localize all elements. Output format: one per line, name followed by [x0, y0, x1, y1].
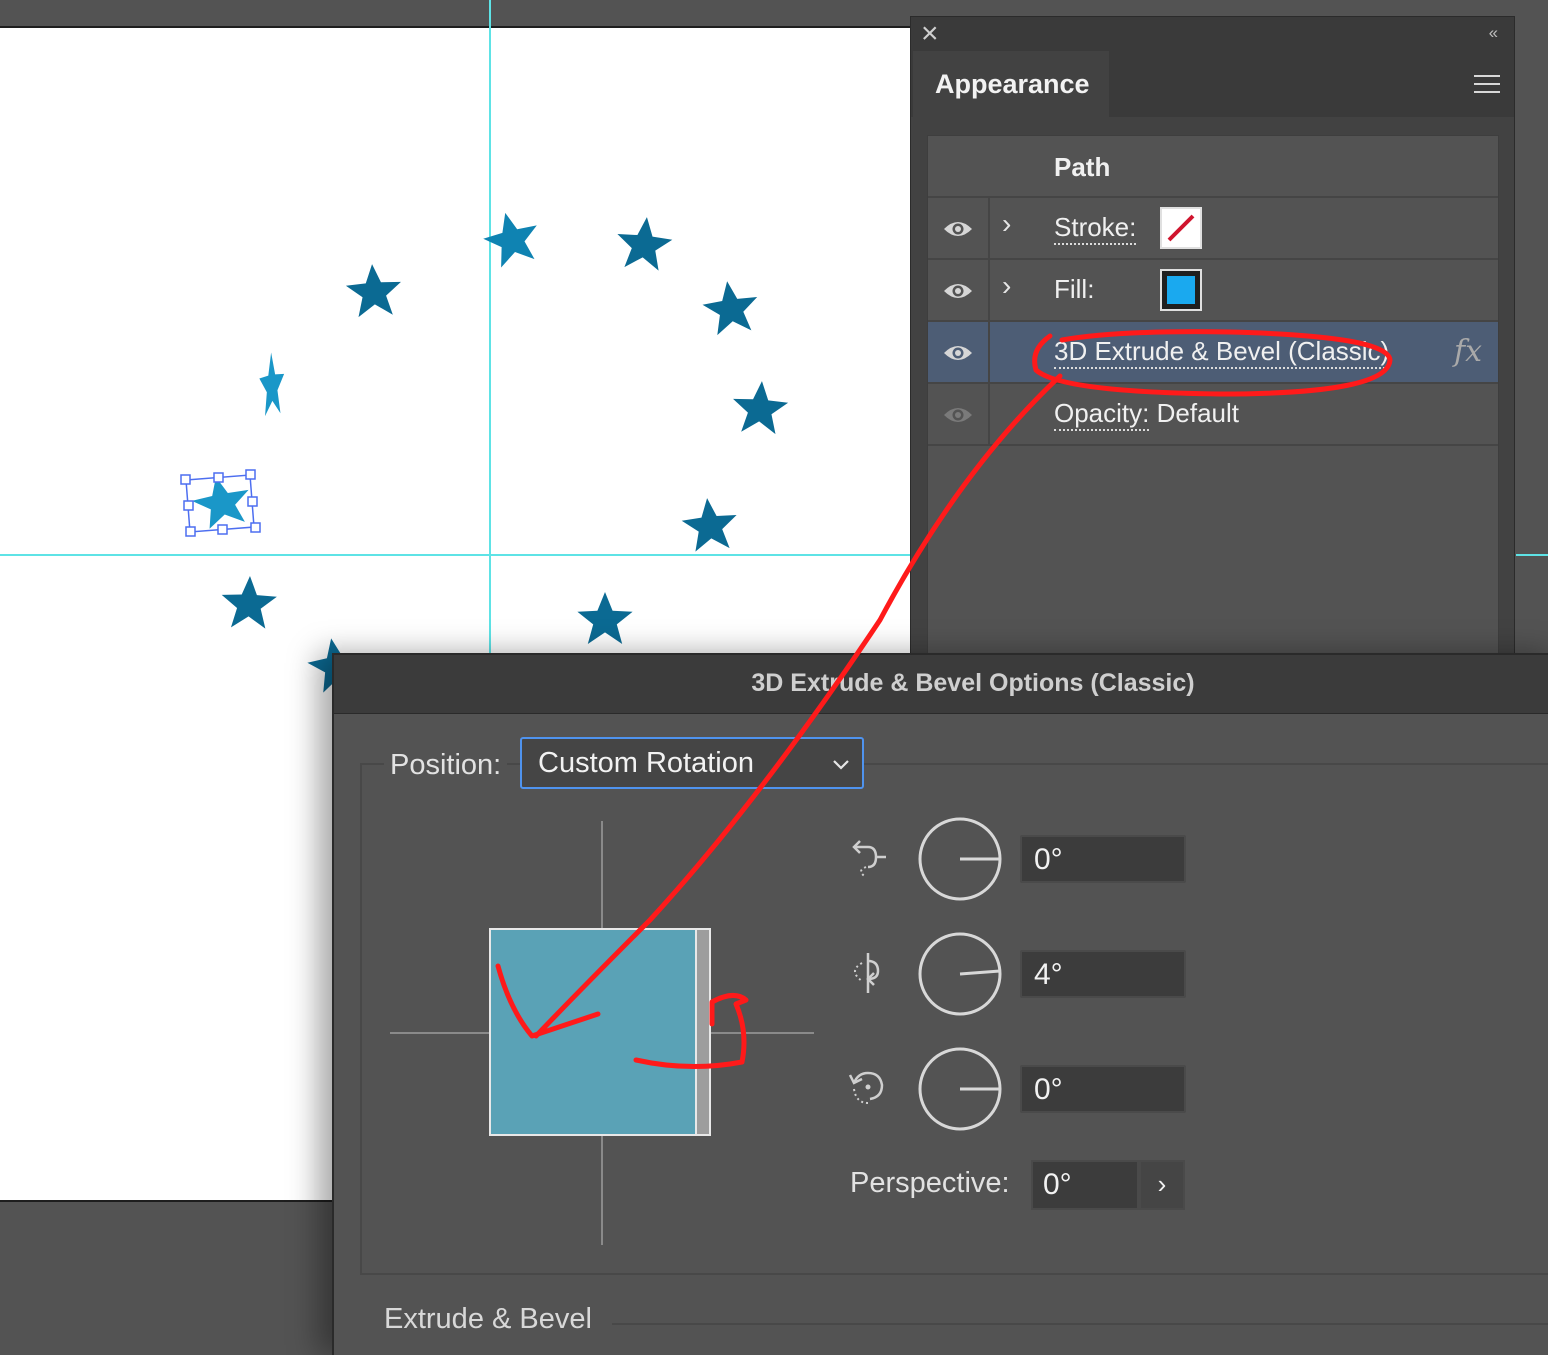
rotate-z-icon	[848, 1071, 884, 1104]
star-shape[interactable]	[258, 350, 286, 418]
fill-swatch[interactable]	[1160, 269, 1202, 311]
position-label: Position:	[384, 749, 508, 782]
close-icon[interactable]: ×	[921, 19, 945, 49]
star-shape[interactable]	[730, 379, 790, 435]
rotate-z-input[interactable]: 0°	[1020, 1065, 1186, 1113]
position-select[interactable]: Custom Rotation	[520, 737, 864, 789]
stroke-swatch[interactable]	[1160, 207, 1202, 249]
chevron-right-icon[interactable]: ›	[1002, 208, 1011, 240]
appearance-row-opacity[interactable]: Opacity: Default	[928, 384, 1498, 446]
3d-extrude-effect-link[interactable]: 3D Extrude & Bevel (Classic)	[1054, 336, 1390, 369]
rotate-y-dial[interactable]	[916, 930, 1004, 1018]
object-type-label: Path	[1054, 152, 1111, 182]
appearance-row-stroke[interactable]: › Stroke:	[928, 198, 1498, 260]
chevron-right-icon[interactable]: ›	[1002, 270, 1011, 302]
star-shape[interactable]	[344, 262, 404, 318]
star-shape[interactable]	[699, 277, 762, 337]
perspective-label: Perspective:	[850, 1167, 1010, 1199]
eye-icon[interactable]	[942, 280, 974, 302]
appearance-list: Path › Stroke: › Fill: 3D Extrude & Beve…	[927, 135, 1499, 675]
collapse-icon[interactable]: ‹‹	[1489, 23, 1498, 43]
fill-label[interactable]: Fill:	[1054, 274, 1094, 305]
panel-menu-icon[interactable]	[1474, 75, 1500, 95]
rotation-preview-track[interactable]	[390, 821, 814, 1245]
appearance-panel: × ‹‹ Appearance Path › Stroke: › Fill: 3…	[910, 16, 1515, 675]
position-select-value: Custom Rotation	[538, 747, 754, 779]
extrude-group-divider	[612, 1323, 1548, 1325]
star-shape[interactable]	[478, 206, 545, 270]
stroke-label[interactable]: Stroke:	[1054, 212, 1137, 245]
opacity-label[interactable]: Opacity: Default	[1054, 398, 1239, 431]
preview-cube-front	[489, 928, 699, 1136]
panel-title-bar: × ‹‹	[911, 17, 1514, 51]
perspective-input[interactable]: 0°	[1031, 1160, 1139, 1210]
appearance-row-fill[interactable]: › Fill:	[928, 260, 1498, 322]
star-shape[interactable]	[614, 214, 675, 272]
tab-appearance[interactable]: Appearance	[913, 51, 1109, 119]
rotate-x-input[interactable]: 0°	[1020, 835, 1186, 883]
3d-extrude-options-dialog: 3D Extrude & Bevel Options (Classic) Pos…	[332, 653, 1548, 1355]
opacity-value: Default	[1156, 398, 1239, 428]
chevron-down-icon	[833, 760, 849, 770]
rotate-x-icon	[852, 840, 886, 878]
dialog-title-bar[interactable]: 3D Extrude & Bevel Options (Classic)	[334, 655, 1548, 714]
rotate-y-input[interactable]: 4°	[1020, 950, 1186, 998]
appearance-row-3d-effect[interactable]: 3D Extrude & Bevel (Classic) fx	[928, 322, 1498, 384]
panel-tab-bar: Appearance	[911, 51, 1514, 119]
eye-icon[interactable]	[942, 218, 974, 240]
rotate-y-icon	[854, 953, 880, 993]
preview-cube-side	[695, 928, 711, 1136]
rotate-x-dial[interactable]	[916, 815, 1004, 903]
star-shape[interactable]	[220, 575, 278, 629]
star-shape[interactable]	[679, 495, 740, 553]
horizontal-guide-right	[1516, 554, 1548, 556]
eye-icon[interactable]	[942, 404, 974, 426]
dialog-title: 3D Extrude & Bevel Options (Classic)	[751, 669, 1195, 697]
extrude-bevel-section-label[interactable]: Extrude & Bevel	[378, 1303, 598, 1336]
eye-icon[interactable]	[942, 342, 974, 364]
star-shape[interactable]	[577, 592, 633, 644]
fx-icon[interactable]: fx	[1454, 334, 1482, 369]
appearance-header-row: Path	[928, 136, 1498, 198]
rotate-z-dial[interactable]	[916, 1045, 1004, 1133]
perspective-slider-button[interactable]: ›	[1139, 1160, 1185, 1210]
